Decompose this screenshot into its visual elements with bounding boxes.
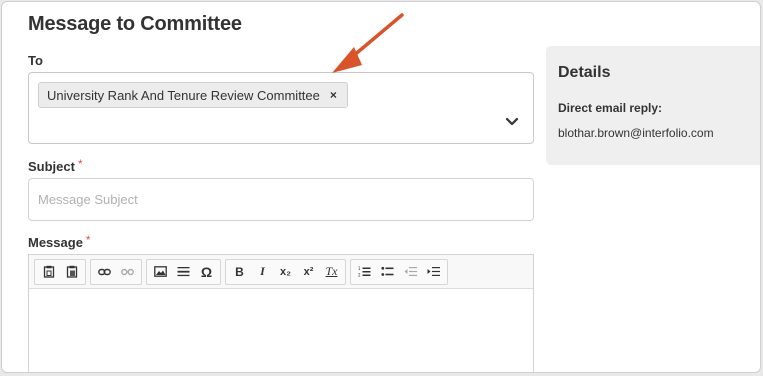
annotation-arrow-icon bbox=[332, 13, 404, 73]
insert-group: Ω bbox=[146, 258, 221, 285]
message-editor[interactable]: Ω B I x₂ x² Tx 12 bbox=[28, 254, 534, 372]
required-asterisk: * bbox=[85, 233, 91, 247]
subject-label: Subject * bbox=[28, 157, 83, 174]
list-group: 12 bbox=[350, 258, 448, 285]
subject-label-text: Subject bbox=[28, 159, 75, 174]
superscript-button[interactable]: x² bbox=[297, 261, 320, 283]
indent-icon[interactable] bbox=[422, 261, 445, 283]
page-title: Message to Committee bbox=[28, 13, 242, 35]
to-recipient-select[interactable]: University Rank And Tenure Review Commit… bbox=[28, 72, 534, 144]
chevron-down-icon[interactable] bbox=[505, 115, 519, 129]
details-panel: Details Direct email reply: blothar.brow… bbox=[546, 46, 760, 165]
recipient-chip: University Rank And Tenure Review Commit… bbox=[38, 82, 348, 108]
message-form-card: Message to Committee To University Rank … bbox=[1, 1, 761, 373]
paste-from-word-icon[interactable] bbox=[60, 261, 83, 283]
message-label-text: Message bbox=[28, 235, 83, 250]
details-title: Details bbox=[558, 64, 611, 81]
link-icon[interactable] bbox=[93, 261, 116, 283]
special-character-icon[interactable]: Ω bbox=[195, 261, 218, 283]
message-label: Message * bbox=[28, 233, 91, 250]
format-group: B I x₂ x² Tx bbox=[225, 258, 346, 285]
outdent-icon[interactable] bbox=[399, 261, 422, 283]
remove-recipient-button[interactable]: × bbox=[330, 88, 337, 102]
bulleted-list-icon[interactable] bbox=[376, 261, 399, 283]
clipboard-group bbox=[34, 258, 86, 285]
italic-button[interactable]: I bbox=[251, 261, 274, 283]
to-label: To bbox=[28, 53, 43, 68]
recipient-chip-label: University Rank And Tenure Review Commit… bbox=[47, 87, 320, 103]
required-asterisk: * bbox=[77, 157, 83, 171]
bold-button[interactable]: B bbox=[228, 261, 251, 283]
link-group bbox=[90, 258, 142, 285]
reply-email-value: blothar.brown@interfolio.com bbox=[558, 126, 714, 140]
subscript-button[interactable]: x₂ bbox=[274, 261, 297, 283]
numbered-list-icon[interactable]: 12 bbox=[353, 261, 376, 283]
reply-email-label: Direct email reply: bbox=[558, 101, 663, 115]
remove-format-button[interactable]: Tx bbox=[320, 261, 343, 283]
unlink-icon[interactable] bbox=[116, 261, 139, 283]
subject-input[interactable] bbox=[28, 178, 534, 221]
svg-text:2: 2 bbox=[358, 273, 361, 278]
editor-toolbar: Ω B I x₂ x² Tx 12 bbox=[29, 255, 533, 289]
svg-text:1: 1 bbox=[358, 266, 361, 271]
image-icon[interactable] bbox=[149, 261, 172, 283]
paste-icon[interactable] bbox=[37, 261, 60, 283]
horizontal-line-icon[interactable] bbox=[172, 261, 195, 283]
